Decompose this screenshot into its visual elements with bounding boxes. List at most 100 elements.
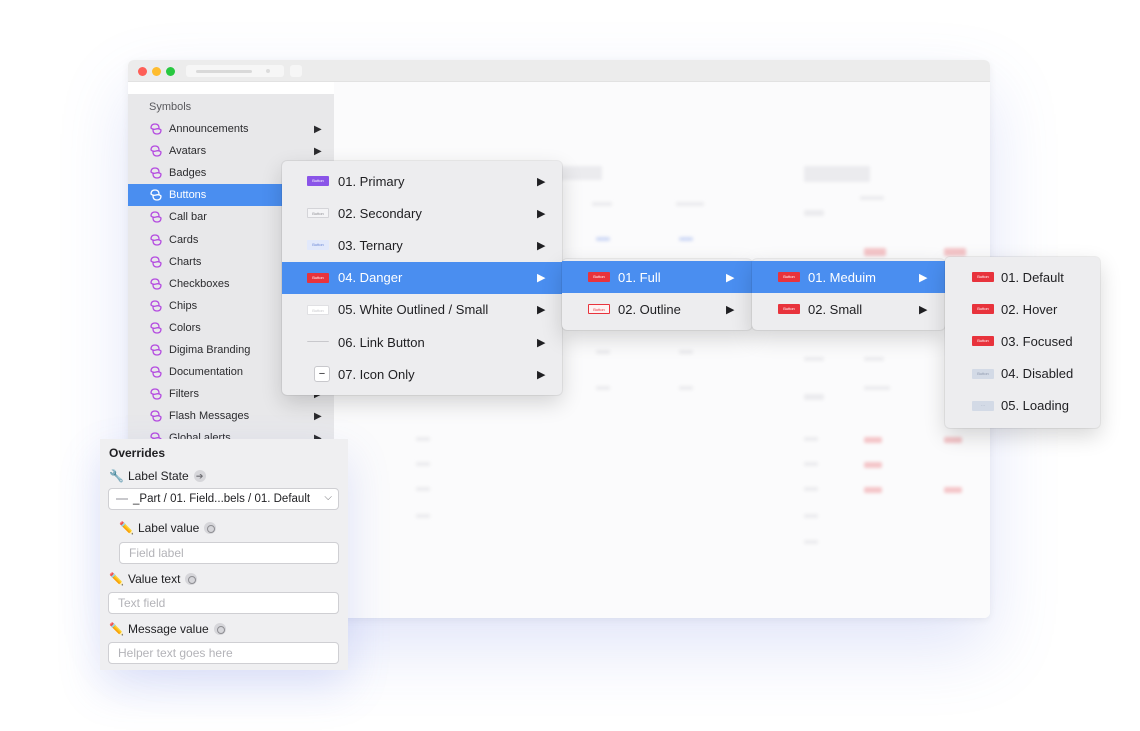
sidebar-item-label: Global alerts — [169, 432, 231, 439]
pencil-icon: ✏️ — [119, 521, 134, 535]
submenu-arrow-icon: ▶ — [537, 368, 546, 381]
close-window-icon[interactable] — [138, 67, 147, 76]
symbol-icon — [150, 278, 162, 290]
sidebar-item-flash-messages[interactable]: Flash Messages ▶ — [128, 405, 334, 427]
submenu-arrow-icon: ▶ — [726, 271, 735, 284]
sidebar-item-global-alerts[interactable]: Global alerts ▶ — [128, 427, 334, 439]
full-item-small[interactable]: Button 02. Small ▶ — [752, 293, 945, 325]
button-preview-icon: Button — [307, 240, 329, 251]
message-value-field[interactable]: Helper text goes here — [108, 642, 339, 664]
menu-item-label: 07. Icon Only — [338, 366, 415, 382]
thumb-text: Button — [593, 307, 605, 313]
stage: Symbols Announcements▶Avatars▶Badges▶But… — [0, 0, 1140, 731]
menu-item-label: 04. Danger — [338, 270, 403, 286]
menu-item-label: 02. Secondary — [338, 205, 422, 221]
message-value-label: Message value — [127, 622, 209, 636]
menu-item-label: 02. Small — [808, 301, 863, 317]
thumb-text: Button — [977, 338, 989, 344]
value-text-label: Value text — [127, 572, 181, 586]
buttons-item-white-outlined-small[interactable]: Button 05. White Outlined / Small ▶ — [282, 294, 562, 326]
sidebar-item-label: Cards — [169, 233, 199, 246]
menu-item-label: 05. White Outlined / Small — [338, 302, 489, 318]
states-item-disabled[interactable]: Button 04. Disabled — [945, 358, 1100, 390]
minimize-window-icon[interactable] — [152, 67, 161, 76]
title-bar — [128, 60, 990, 82]
label-value-label: Label value — [137, 521, 200, 535]
button-preview-icon: Button — [972, 368, 994, 379]
sidebar-item-label: Badges — [169, 167, 207, 180]
symbol-icon — [150, 211, 162, 224]
style-override-icon[interactable] — [185, 573, 198, 585]
danger-submenu: Button 01. Full ▶ Button 02. Outline ▶ — [562, 259, 752, 330]
go-to-symbol-icon[interactable]: ➔ — [193, 470, 206, 482]
states-item-default[interactable]: Button 01. Default — [945, 261, 1100, 293]
value-text-row: ✏️ Value text — [109, 572, 198, 586]
buttons-item-link-button[interactable]: 06. Link Button ▶ — [282, 326, 562, 358]
sidebar-item-label: Chips — [169, 299, 198, 312]
menu-item-label: 05. Loading — [1001, 398, 1069, 414]
buttons-item-danger[interactable]: Button 04. Danger ▶ — [282, 261, 562, 294]
style-override-icon[interactable] — [204, 522, 217, 534]
submenu-arrow-icon: ▶ — [537, 175, 546, 188]
new-tab-button[interactable] — [290, 65, 302, 77]
sidebar-item-label: Charts — [169, 255, 202, 268]
symbol-icon — [150, 388, 162, 400]
buttons-item-icon-only[interactable]: −07. Icon Only ▶ — [282, 358, 562, 390]
thumb-text: ··· — [981, 402, 985, 408]
symbol-icon — [150, 344, 162, 356]
sidebar-item-avatars[interactable]: Avatars ▶ — [128, 140, 334, 162]
wrench-icon: 🔧 — [109, 469, 124, 483]
value-text-field[interactable]: Text field — [108, 592, 339, 614]
symbol-icon — [150, 432, 162, 439]
style-override-icon[interactable] — [213, 623, 226, 635]
submenu-arrow-icon: ▶ — [314, 145, 322, 157]
menu-item-label: 01. Meduim — [808, 269, 876, 285]
button-preview-icon: Button — [778, 304, 800, 315]
thumb-text: − — [318, 368, 326, 381]
symbol-icon — [150, 233, 162, 246]
maximize-window-icon[interactable] — [166, 67, 175, 76]
sidebar-item-label: Call bar — [169, 211, 207, 224]
submenu-arrow-icon: ▶ — [314, 410, 322, 422]
symbol-icon — [150, 189, 162, 201]
sidebar-item-label: Documentation — [169, 366, 243, 379]
menu-item-label: 03. Focused — [1001, 333, 1073, 349]
sidebar-item-label: Colors — [169, 321, 201, 334]
states-item-loading[interactable]: ··· 05. Loading — [945, 390, 1100, 422]
thumb-text: Button — [312, 307, 324, 313]
thumb-text: Button — [312, 211, 324, 217]
thumb-text: Button — [312, 242, 324, 248]
danger-item-full[interactable]: Button 01. Full ▶ — [562, 261, 752, 293]
thumb-text: Button — [783, 306, 795, 312]
sidebar-item-label: Checkboxes — [169, 277, 230, 290]
submenu-arrow-icon: ▶ — [919, 271, 928, 284]
submenu-arrow-icon: ▶ — [314, 123, 322, 135]
danger-item-outline[interactable]: Button 02. Outline ▶ — [562, 293, 752, 325]
menu-item-label: 03. Ternary — [338, 237, 403, 253]
label-state-select[interactable]: _Part / 01. Field...bels / 01. Default ⌵ — [108, 488, 339, 510]
label-value-field[interactable]: Field label — [119, 542, 339, 564]
full-item-meduim[interactable]: Button 01. Meduim ▶ — [752, 261, 945, 293]
buttons-item-secondary[interactable]: Button 02. Secondary ▶ — [282, 197, 562, 229]
message-value-row: ✏️ Message value — [109, 622, 226, 636]
button-preview-icon: Button — [588, 272, 610, 282]
document-tab[interactable] — [186, 65, 284, 77]
submenu-arrow-icon: ▶ — [537, 304, 546, 317]
symbol-icon — [150, 410, 162, 422]
sidebar-item-announcements[interactable]: Announcements ▶ — [128, 118, 334, 140]
button-preview-icon: Button — [307, 272, 329, 283]
button-preview-icon — [307, 341, 329, 343]
states-item-hover[interactable]: Button 02. Hover — [945, 293, 1100, 325]
buttons-item-primary[interactable]: Button 01. Primary ▶ — [282, 165, 562, 197]
submenu-arrow-icon: ▶ — [537, 272, 546, 285]
thumb-text: Button — [312, 274, 324, 280]
symbol-preview-icon — [116, 498, 128, 500]
label-value-row: ✏️ Label value — [119, 521, 217, 535]
menu-item-label: 01. Primary — [338, 173, 405, 189]
thumb-text: Button — [977, 306, 989, 312]
buttons-item-ternary[interactable]: Button 03. Ternary ▶ — [282, 229, 562, 261]
sidebar-item-label: Digima Branding — [169, 344, 251, 356]
states-item-focused[interactable]: Button 03. Focused — [945, 325, 1100, 357]
button-preview-icon: − — [314, 366, 330, 383]
symbol-icon — [150, 322, 162, 334]
